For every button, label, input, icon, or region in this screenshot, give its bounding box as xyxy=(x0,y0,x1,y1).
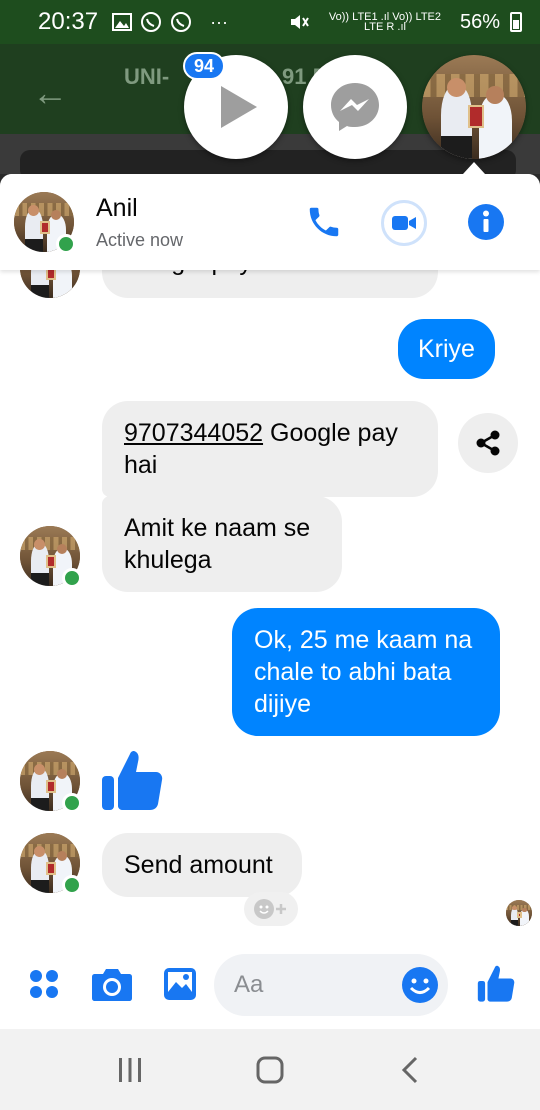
online-indicator xyxy=(62,568,82,588)
background-title: UNI- xyxy=(124,64,170,89)
message-list[interactable]: Google pay Kriye 9707344052 Google pay h… xyxy=(0,230,540,930)
add-reaction-icon xyxy=(254,899,286,919)
whatsapp-icon xyxy=(141,12,162,32)
info-button[interactable] xyxy=(464,200,508,244)
home-button[interactable] xyxy=(240,1040,300,1100)
messenger-chat-head[interactable] xyxy=(303,55,407,159)
info-icon xyxy=(468,204,504,240)
menu-dots-icon xyxy=(30,970,58,998)
whatsapp-icon-2 xyxy=(171,12,192,32)
messenger-icon xyxy=(331,83,379,131)
message-avatar xyxy=(20,526,82,588)
message-bubble-incoming[interactable]: Amit ke naam se khulega xyxy=(102,496,342,592)
notification-icons: ··· xyxy=(112,11,228,33)
camera-button[interactable] xyxy=(88,960,136,1008)
recent-apps-icon xyxy=(119,1057,141,1082)
message-bubble-outgoing[interactable]: Kriye xyxy=(398,319,495,379)
emoji-icon xyxy=(402,967,438,1003)
message-avatar xyxy=(20,833,82,895)
phone-icon xyxy=(309,207,339,237)
phone-number-link[interactable]: 9707344052 xyxy=(124,419,263,447)
thumbs-up-icon xyxy=(102,750,163,810)
more-notifications: ··· xyxy=(210,11,229,32)
share-button[interactable] xyxy=(458,413,518,473)
like-sticker[interactable] xyxy=(100,748,164,814)
online-indicator xyxy=(62,875,82,895)
status-time: 20:37 xyxy=(38,8,99,35)
thumbs-up-icon xyxy=(477,965,515,1002)
video-call-icon xyxy=(392,216,416,230)
home-icon xyxy=(256,1056,284,1083)
system-nav-bar xyxy=(0,1029,540,1110)
notification-badge: 94 xyxy=(183,52,225,80)
composer-bar xyxy=(0,944,540,1029)
chat-header: Anil Active now xyxy=(0,174,540,270)
message-bubble-incoming[interactable]: Send amount xyxy=(102,833,302,897)
contact-avatar[interactable] xyxy=(14,192,76,254)
status-right: Vo)) LTE1 .ıl Vo)) LTE2 LTE R .ıl 56% xyxy=(288,11,522,34)
battery-icon xyxy=(510,12,522,32)
camera-icon xyxy=(92,969,132,1001)
emoji-button[interactable] xyxy=(396,961,444,1009)
gallery-icon xyxy=(164,968,196,1000)
gallery-notification-icon xyxy=(112,13,133,31)
message-bubble-outgoing[interactable]: Ok, 25 me kaam na chale to abhi bata dij… xyxy=(232,608,500,736)
seen-receipt-avatar xyxy=(506,900,532,926)
play-icon xyxy=(221,86,257,128)
voice-call-button[interactable] xyxy=(302,200,346,244)
online-indicator xyxy=(56,234,76,254)
add-reaction-button[interactable] xyxy=(244,892,298,926)
video-call-button[interactable] xyxy=(381,200,427,246)
network-text: Vo)) LTE1 .ıl Vo)) LTE2 LTE R .ıl xyxy=(328,11,442,33)
active-status: Active now xyxy=(96,230,184,250)
online-indicator xyxy=(62,793,82,813)
contact-photo xyxy=(506,900,532,926)
battery-percent: 56% xyxy=(459,10,500,33)
contact-name[interactable]: Anil xyxy=(96,194,138,223)
recent-apps-button[interactable] xyxy=(100,1040,160,1100)
anil-chat-head[interactable] xyxy=(422,55,526,159)
share-icon xyxy=(476,430,500,456)
chat-panel: Anil Active now Google pay Kriye 9707344… xyxy=(0,174,540,1029)
send-like-button[interactable] xyxy=(472,960,520,1008)
more-actions-button[interactable] xyxy=(20,960,68,1008)
back-button[interactable] xyxy=(380,1040,440,1100)
back-arrow-icon: ← xyxy=(32,72,68,113)
gallery-button[interactable] xyxy=(156,960,204,1008)
chat-head-pointer xyxy=(463,162,485,174)
message-bubble-incoming[interactable]: 9707344052 Google pay hai xyxy=(102,401,438,497)
status-bar: 20:37 ··· Vo)) LTE1 .ıl Vo)) LTE2 LTE R … xyxy=(0,0,540,44)
contact-photo xyxy=(422,55,526,159)
back-icon xyxy=(401,1056,418,1083)
mute-icon xyxy=(290,15,309,29)
message-avatar xyxy=(20,751,82,813)
